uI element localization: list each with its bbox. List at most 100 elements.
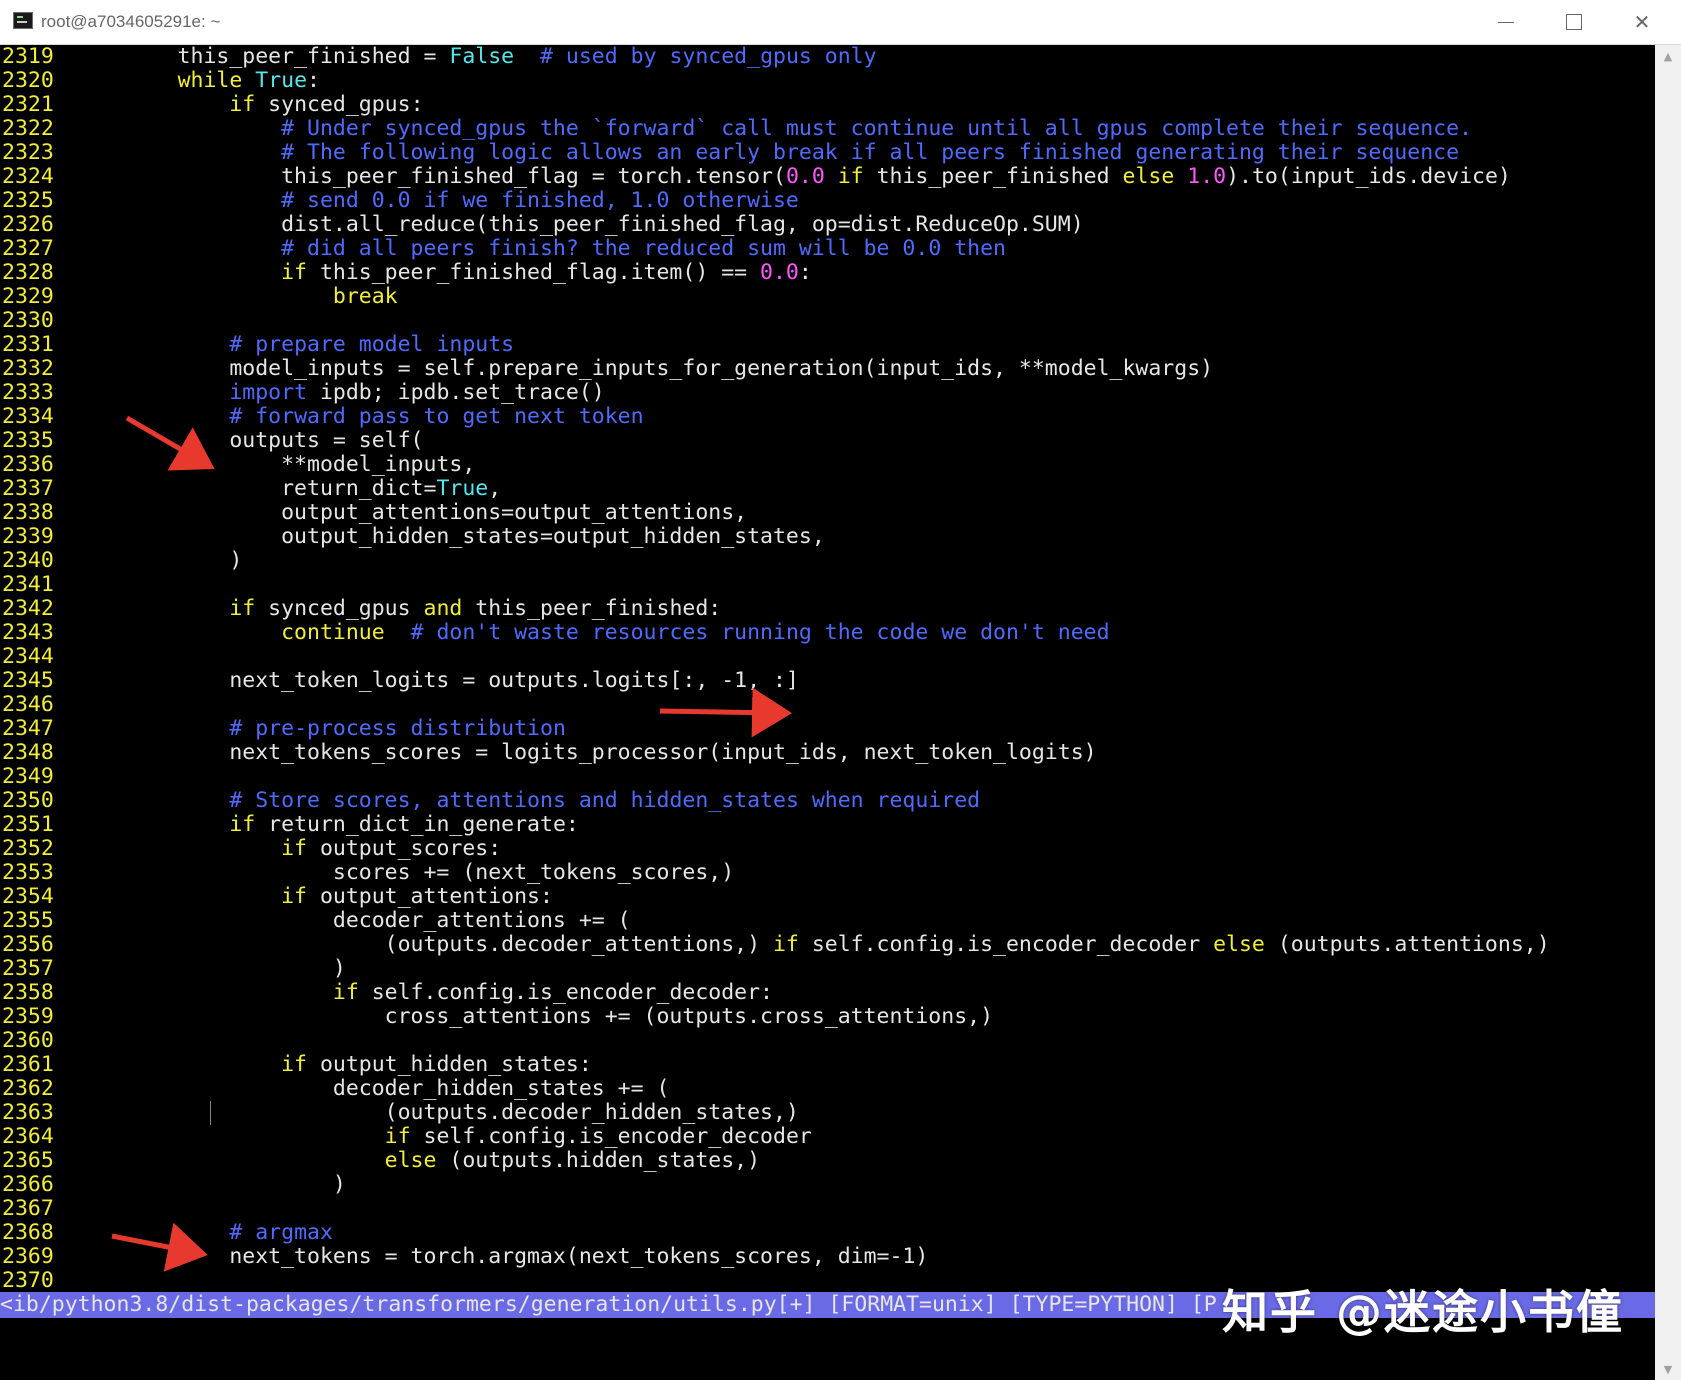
code-token: self.config.is_encoder_decoder:: [358, 980, 773, 1005]
code-line[interactable]: 2366 ): [0, 1173, 1655, 1197]
code-line[interactable]: 2323 # The following logic allows an ear…: [0, 141, 1655, 165]
code-token: # used by synced_gpus only: [540, 44, 877, 69]
code-line[interactable]: 2343 continue # don't waste resources ru…: [0, 621, 1655, 645]
code-text: if self.config.is_encoder_decoder:: [74, 981, 773, 1005]
code-line[interactable]: 2319 this_peer_finished = False # used b…: [0, 45, 1655, 69]
code-line[interactable]: 2332 model_inputs = self.prepare_inputs_…: [0, 357, 1655, 381]
code-token: (outputs.attentions,): [1264, 932, 1550, 957]
code-line[interactable]: 2333 import ipdb; ipdb.set_trace(): [0, 381, 1655, 405]
code-line[interactable]: 2326 dist.all_reduce(this_peer_finished_…: [0, 213, 1655, 237]
code-line[interactable]: 2346: [0, 693, 1655, 717]
line-number: 2367: [2, 1196, 54, 1221]
code-line[interactable]: 2356 (outputs.decoder_attentions,) if se…: [0, 933, 1655, 957]
line-number: 2352: [2, 836, 54, 861]
code-line[interactable]: 2340 ): [0, 549, 1655, 573]
code-line[interactable]: 2355 decoder_attentions += (: [0, 909, 1655, 933]
code-line[interactable]: 2328 if this_peer_finished_flag.item() =…: [0, 261, 1655, 285]
code-line[interactable]: 2341: [0, 573, 1655, 597]
code-line[interactable]: 2324 this_peer_finished_flag = torch.ten…: [0, 165, 1655, 189]
minimize-button[interactable]: [1472, 0, 1540, 44]
code-editor[interactable]: 2319 this_peer_finished = False # used b…: [0, 45, 1655, 1293]
code-token: (outputs.hidden_states,): [436, 1148, 761, 1173]
line-number: 2362: [2, 1076, 54, 1101]
code-line[interactable]: 2347 # pre-process distribution: [0, 717, 1655, 741]
code-text: ): [74, 549, 242, 573]
code-token: return_dict_in_generate:: [255, 812, 579, 837]
vertical-scrollbar[interactable]: ▲ ▼: [1655, 45, 1681, 1380]
code-line[interactable]: 2338 output_attentions=output_attentions…: [0, 501, 1655, 525]
code-line[interactable]: 2363 (outputs.decoder_hidden_states,): [0, 1101, 1655, 1125]
window-title: root@a7034605291e: ~: [41, 12, 221, 31]
code-line[interactable]: 2358 if self.config.is_encoder_decoder:: [0, 981, 1655, 1005]
code-line[interactable]: 2327 # did all peers finish? the reduced…: [0, 237, 1655, 261]
code-line[interactable]: 2325 # send 0.0 if we finished, 1.0 othe…: [0, 189, 1655, 213]
code-line[interactable]: 2336 **model_inputs,: [0, 453, 1655, 477]
code-token: :: [798, 260, 812, 285]
code-token: model_inputs = self.prepare_inputs_for_g…: [74, 356, 1214, 381]
code-token: # forward pass to get next token: [229, 404, 644, 429]
code-line[interactable]: 2359 cross_attentions += (outputs.cross_…: [0, 1005, 1655, 1029]
code-line[interactable]: 2369 next_tokens = torch.argmax(next_tok…: [0, 1245, 1655, 1269]
code-line[interactable]: 2348 next_tokens_scores = logits_process…: [0, 741, 1655, 765]
code-token: # don't waste resources running the code…: [410, 620, 1110, 645]
code-line[interactable]: 2364 if self.config.is_encoder_decoder: [0, 1125, 1655, 1149]
code-line[interactable]: 2331 # prepare model inputs: [0, 333, 1655, 357]
code-token: # prepare model inputs: [229, 332, 515, 357]
code-line[interactable]: 2360: [0, 1029, 1655, 1053]
line-number: 2345: [2, 668, 54, 693]
line-number: 2363: [2, 1100, 54, 1125]
code-line[interactable]: 2349: [0, 765, 1655, 789]
code-line[interactable]: 2334 # forward pass to get next token: [0, 405, 1655, 429]
code-line[interactable]: 2342 if synced_gpus and this_peer_finish…: [0, 597, 1655, 621]
text-cursor: [210, 1101, 211, 1125]
code-line[interactable]: 2351 if return_dict_in_generate:: [0, 813, 1655, 837]
line-number: 2328: [2, 260, 54, 285]
code-line[interactable]: 2352 if output_scores:: [0, 837, 1655, 861]
code-line[interactable]: 2322 # Under synced_gpus the `forward` c…: [0, 117, 1655, 141]
code-line[interactable]: 2337 return_dict=True,: [0, 477, 1655, 501]
code-line[interactable]: 2357 ): [0, 957, 1655, 981]
line-number: 2370: [2, 1268, 54, 1293]
scroll-down-arrow-icon[interactable]: ▼: [1655, 1358, 1681, 1380]
maximize-button[interactable]: [1540, 0, 1608, 44]
code-text: # The following logic allows an early br…: [74, 141, 1459, 165]
line-number: 2356: [2, 932, 54, 957]
line-number: 2324: [2, 164, 54, 189]
code-token: if: [384, 1124, 411, 1149]
code-line[interactable]: 2353 scores += (next_tokens_scores,): [0, 861, 1655, 885]
code-line[interactable]: 2354 if output_attentions:: [0, 885, 1655, 909]
code-line[interactable]: 2361 if output_hidden_states:: [0, 1053, 1655, 1077]
code-token: this_peer_finished_flag = torch.tensor(: [74, 164, 786, 189]
code-token: output_attentions=output_attentions,: [74, 500, 748, 525]
line-number: 2329: [2, 284, 54, 309]
line-number: 2320: [2, 68, 54, 93]
code-line[interactable]: 2367: [0, 1197, 1655, 1221]
code-token: (outputs.decoder_hidden_states,): [74, 1100, 799, 1125]
code-line[interactable]: 2329 break: [0, 285, 1655, 309]
code-text: break: [74, 285, 398, 309]
zhihu-watermark: 知乎 @迷途小书僮: [1222, 1285, 1625, 1339]
code-token: output_hidden_states=output_hidden_state…: [74, 524, 825, 549]
code-line[interactable]: 2339 output_hidden_states=output_hidden_…: [0, 525, 1655, 549]
code-line[interactable]: 2362 decoder_hidden_states += (: [0, 1077, 1655, 1101]
code-line[interactable]: 2345 next_token_logits = outputs.logits[…: [0, 669, 1655, 693]
code-line[interactable]: 2344: [0, 645, 1655, 669]
close-button[interactable]: ✕: [1608, 0, 1676, 44]
code-line[interactable]: 2335 outputs = self(: [0, 429, 1655, 453]
code-token: if: [332, 980, 359, 1005]
code-line[interactable]: 2321 if synced_gpus:: [0, 93, 1655, 117]
code-token: self.config.is_encoder_decoder: [798, 932, 1214, 957]
code-text: next_tokens = torch.argmax(next_tokens_s…: [74, 1245, 928, 1269]
code-line[interactable]: 2330: [0, 309, 1655, 333]
scroll-up-arrow-icon[interactable]: ▲: [1655, 45, 1681, 67]
code-line[interactable]: 2350 # Store scores, attentions and hidd…: [0, 789, 1655, 813]
line-number: 2361: [2, 1052, 54, 1077]
code-line[interactable]: 2368 # argmax: [0, 1221, 1655, 1245]
code-line[interactable]: 2320 while True:: [0, 69, 1655, 93]
code-line[interactable]: 2365 else (outputs.hidden_states,): [0, 1149, 1655, 1173]
line-number: 2366: [2, 1172, 54, 1197]
